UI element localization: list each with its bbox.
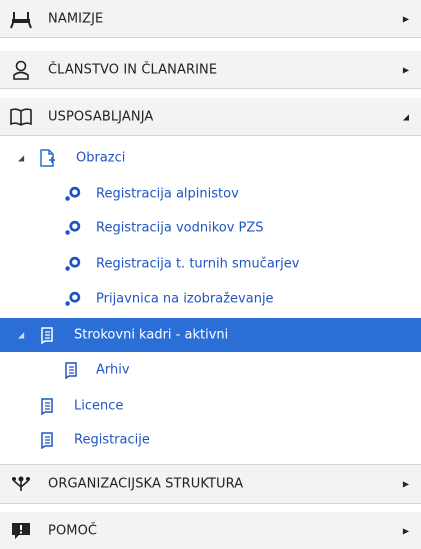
section-label: ČLANSTVO IN ČLANARINE [48,62,218,77]
menu-section-organizacijska-struktura[interactable]: ORGANIZACIJSKA STRUKTURA ▶ [0,464,421,504]
gears-icon [64,219,82,237]
expand-triangle-icon: ◢ [18,153,25,163]
caret-right-icon: ▶ [402,14,409,23]
book-icon [10,106,32,128]
tree-item-form[interactable]: Registracija vodnikov PZS [0,214,421,242]
help-speech-bubble-icon [10,520,32,542]
expand-triangle-icon: ◢ [18,330,25,340]
tree-item-form[interactable]: Registracija t. turnih smučarjev [0,250,421,278]
tree-label: Prijavnica na izobraževanje [96,291,274,307]
tree-label: Registracije [74,432,150,448]
tree-item-form[interactable]: Prijavnica na izobraževanje [0,285,421,313]
armchair-icon [10,8,32,30]
section-label: USPOSABLJANJA [48,109,154,124]
tree-item-strokovni-kadri[interactable]: ◢ Strokovni kadri - aktivni [0,318,421,352]
tree-label: Obrazci [76,150,126,166]
caret-right-icon: ▶ [402,526,409,535]
tree-item-registracije[interactable]: Registracije [0,426,421,454]
scroll-icon [38,326,56,344]
tree-item-form[interactable]: Registracija alpinistov [0,180,421,208]
menu-section-namizje[interactable]: NAMIZJE ▶ [0,0,421,38]
caret-right-icon: ▶ [402,65,409,74]
caret-right-icon: ▶ [402,479,409,489]
menu-section-pomoc[interactable]: POMOČ ▶ [0,512,421,549]
tree-item-obrazci[interactable]: ◢ Obrazci [0,144,421,172]
scroll-icon [38,397,56,415]
tree-item-arhiv[interactable]: Arhiv [0,356,421,384]
gears-icon [64,185,82,203]
tree-label: Registracija vodnikov PZS [96,220,264,236]
document-add-icon [38,149,56,167]
tree-label: Registracija alpinistov [96,186,239,202]
tree-item-licence[interactable]: Licence [0,392,421,420]
tree-label: Registracija t. turnih smučarjev [96,256,300,272]
menu-section-usposabljanja[interactable]: USPOSABLJANJA ◢ [0,98,421,136]
gears-icon [64,290,82,308]
tree-label: Licence [74,398,124,414]
user-icon [10,59,32,81]
org-chart-icon [10,473,32,495]
tree-label: Strokovni kadri - aktivni [74,327,229,343]
scroll-icon [62,361,80,379]
menu-section-clanstvo[interactable]: ČLANSTVO IN ČLANARINE ▶ [0,51,421,89]
section-label: NAMIZJE [48,11,104,26]
tree-label: Arhiv [96,362,130,378]
scroll-icon [38,431,56,449]
section-label: POMOČ [48,523,98,538]
caret-up-icon: ◢ [402,112,409,121]
gears-icon [64,255,82,273]
section-label: ORGANIZACIJSKA STRUKTURA [48,476,244,492]
navigation-menu: NAMIZJE ▶ ČLANSTVO IN ČLANARINE ▶ USPOSA… [0,0,421,549]
